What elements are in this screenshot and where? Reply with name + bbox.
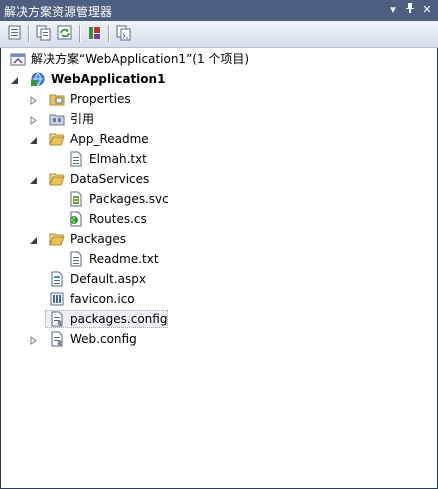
collapse-icon[interactable] (29, 174, 38, 184)
tree-item-label: DataServices (70, 172, 150, 186)
tree-item-label: favicon.ico (70, 292, 135, 306)
collapse-icon[interactable] (29, 234, 38, 244)
expand-icon[interactable] (29, 334, 38, 345)
tree-item-packages-folder[interactable]: Packages (0, 229, 438, 249)
collapse-icon[interactable] (29, 134, 38, 144)
config-file-icon (49, 331, 65, 347)
csharp-file-icon (68, 211, 84, 227)
refresh-icon[interactable] (56, 24, 74, 42)
project-label: WebApplication1 (51, 72, 166, 86)
open-folder-icon (49, 231, 65, 247)
tree-item-references[interactable]: 引用 (0, 109, 438, 129)
tree-item-label: Routes.cs (89, 212, 147, 226)
dropdown-icon[interactable]: ▾ (386, 2, 400, 18)
tree-item-project[interactable]: WebApplication1 (0, 69, 438, 89)
svc-file-icon (68, 191, 84, 207)
tree-item-label: Elmah.txt (89, 152, 147, 166)
toolbar-separator (28, 25, 30, 42)
config-file-icon (49, 311, 65, 327)
solution-icon (10, 51, 26, 67)
tree-item-label: packages.config (70, 312, 168, 326)
text-file-icon (68, 151, 84, 167)
tree-item-label: 引用 (70, 112, 95, 126)
window-title: 解决方案资源管理器 (4, 5, 113, 19)
tree-item-routes-cs[interactable]: Routes.cs (0, 209, 438, 229)
toolbar-separator (108, 25, 110, 42)
web-project-icon (30, 71, 46, 87)
properties-folder-icon (49, 91, 65, 107)
toolbar (0, 21, 438, 48)
open-folder-icon (49, 131, 65, 147)
tree-item-label: Web.config (70, 332, 137, 346)
view-class-diagram-icon[interactable] (86, 24, 104, 42)
expand-icon[interactable] (29, 114, 38, 125)
toolbar-separator (79, 25, 81, 42)
pin-icon[interactable] (403, 2, 417, 18)
tree-item-solution[interactable]: 解决方案“WebApplication1”(1 个项目) (0, 49, 438, 69)
open-folder-icon (49, 171, 65, 187)
expand-icon[interactable] (29, 94, 38, 105)
icon-file-icon (49, 291, 65, 307)
aspx-file-icon (49, 271, 65, 287)
solution-label: 解决方案“WebApplication1”(1 个项目) (31, 52, 250, 66)
tree-item-properties[interactable]: Properties (0, 89, 438, 109)
tree-item-elmah-txt[interactable]: Elmah.txt (0, 149, 438, 169)
collapse-icon[interactable] (10, 74, 19, 84)
tree-item-label: Default.aspx (70, 272, 146, 286)
tree-item-default-aspx[interactable]: Default.aspx (0, 269, 438, 289)
tree-item-label: Readme.txt (89, 252, 159, 266)
view-code-icon[interactable] (115, 24, 133, 42)
tree-item-app-readme[interactable]: App_Readme (0, 129, 438, 149)
tree-item-label: Properties (70, 92, 131, 106)
show-all-files-icon[interactable] (35, 24, 53, 42)
tree-item-favicon-ico[interactable]: favicon.ico (0, 289, 438, 309)
title-bar: 解决方案资源管理器 ▾ ✕ (0, 0, 438, 21)
tree-item-label: Packages.svc (89, 192, 169, 206)
tree-item-label: Packages (70, 232, 126, 246)
close-icon[interactable]: ✕ (420, 2, 434, 18)
tree-item-packages-svc[interactable]: Packages.svc (0, 189, 438, 209)
tree-item-readme-txt[interactable]: Readme.txt (0, 249, 438, 269)
tree-item-packages-config[interactable]: packages.config (0, 309, 438, 329)
tree-item-web-config[interactable]: Web.config (0, 329, 438, 349)
text-file-icon (68, 251, 84, 267)
references-folder-icon (49, 111, 65, 127)
tree-item-dataservices[interactable]: DataServices (0, 169, 438, 189)
tree-item-label: App_Readme (70, 132, 149, 146)
properties-icon[interactable] (6, 24, 24, 42)
solution-tree: 解决方案“WebApplication1”(1 个项目) WebApplicat… (0, 48, 438, 488)
